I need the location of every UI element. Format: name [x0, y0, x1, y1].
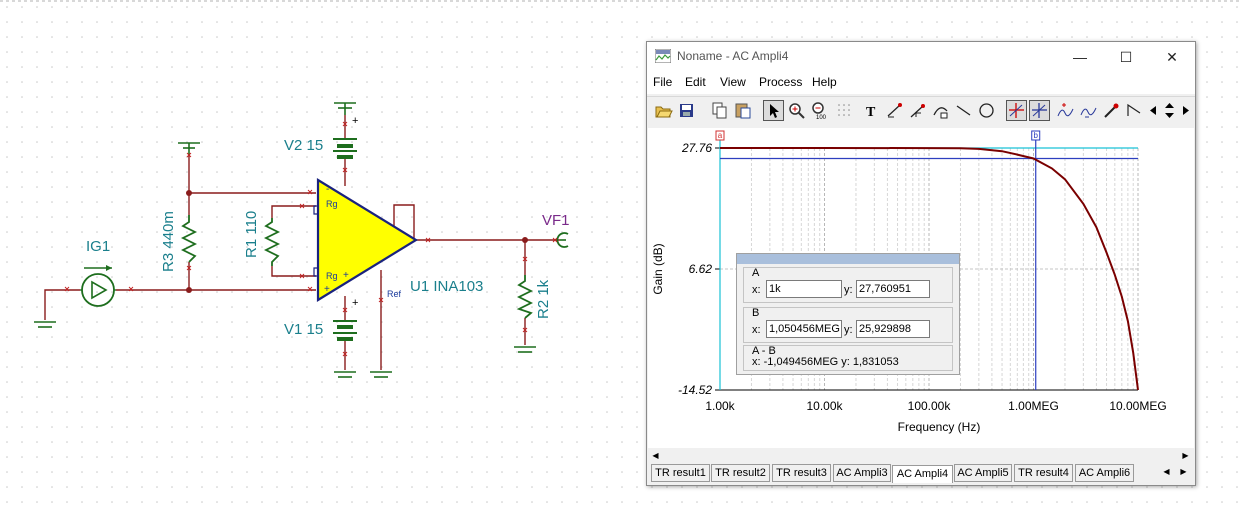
- menu-file[interactable]: File: [653, 75, 672, 89]
- circle-icon[interactable]: [976, 100, 997, 121]
- menu-view[interactable]: View: [720, 75, 746, 89]
- tab-tr-result2[interactable]: TR result2: [711, 464, 770, 482]
- line-tool-icon[interactable]: [884, 100, 905, 121]
- v2-plus-sign: +: [352, 115, 359, 127]
- cursor-b-x-label: x:: [752, 324, 761, 336]
- pin-rg-bottom: Rg: [326, 271, 338, 281]
- save-icon[interactable]: [676, 100, 697, 121]
- menu-edit[interactable]: Edit: [685, 75, 706, 89]
- cursor-readout-panel[interactable]: A x: 1k y: 27,760951 B x: 1,050456MEG y:…: [736, 253, 960, 375]
- x-tick-label: 10.00MEG: [1109, 399, 1166, 413]
- vf1-label: VF1: [542, 212, 570, 229]
- next-icon[interactable]: [1179, 100, 1192, 121]
- text-icon[interactable]: T: [861, 100, 882, 121]
- v2-label: V2 15: [284, 137, 324, 154]
- slope-tool-icon[interactable]: [907, 100, 928, 121]
- pin-rg-top: Rg: [326, 199, 338, 209]
- cursor-a-x-label: x:: [752, 284, 761, 296]
- svg-text:T: T: [866, 105, 876, 120]
- menu-help[interactable]: Help: [812, 75, 837, 89]
- x-tick-label: 100.00k: [908, 399, 952, 413]
- tab-scroll-right-icon[interactable]: ▶: [1177, 466, 1190, 478]
- line-icon[interactable]: [953, 100, 974, 121]
- curve-tool-icon[interactable]: [930, 100, 951, 121]
- pin-ref: Ref: [387, 289, 402, 299]
- r3-label: R3 440m: [160, 211, 177, 272]
- pin-minus: -: [326, 184, 330, 195]
- cursor-b-x-field[interactable]: 1,050456MEG: [766, 320, 842, 338]
- cursor-b-flag-label: b: [1034, 131, 1039, 140]
- y-tick-label: -14.52: [678, 383, 712, 397]
- tab-tr-result1[interactable]: TR result1: [651, 464, 710, 482]
- tab-ac-ampli4[interactable]: AC Ampli4: [892, 465, 953, 483]
- marker-icon[interactable]: [1101, 100, 1122, 121]
- v1-plus-sign: +: [352, 297, 359, 309]
- window-title: Noname - AC Ampli4: [677, 49, 789, 63]
- menu-process[interactable]: Process: [759, 75, 802, 89]
- menu-bar: File Edit View Process Help: [647, 72, 1195, 94]
- prev-icon[interactable]: [1146, 100, 1160, 121]
- tab-ac-ampli5[interactable]: AC Ampli5: [954, 464, 1012, 482]
- r2-label: R2 1k: [535, 279, 552, 319]
- paste-icon[interactable]: [732, 100, 753, 121]
- open-icon[interactable]: [653, 100, 674, 121]
- ramp-icon[interactable]: [1124, 100, 1145, 121]
- tab-tr-result3[interactable]: TR result3: [772, 464, 831, 482]
- zoom-100-icon[interactable]: 100: [809, 100, 830, 121]
- horizontal-scrollbar[interactable]: ◀ ▶: [648, 449, 1194, 463]
- cursor-a-x-field[interactable]: 1k: [766, 280, 842, 298]
- y-axis-label: Gain (dB): [651, 243, 665, 294]
- x-tick-label: 1.00MEG: [1008, 399, 1059, 413]
- pin-plus: +: [324, 284, 330, 295]
- r1-label: R1 110: [243, 210, 260, 258]
- x-tick-label: 1.00k: [705, 399, 735, 413]
- y-tick-label: 27.76: [681, 141, 712, 155]
- x-tick-label: 10.00k: [806, 399, 843, 413]
- peak-icon[interactable]: [1055, 100, 1076, 121]
- result-tabs: TR result1 TR result2 TR result3 AC Ampl…: [648, 463, 1194, 483]
- cursor-a-flag-label: a: [718, 131, 723, 140]
- app-icon: [655, 49, 671, 63]
- scroll-left-icon[interactable]: ◀: [649, 450, 662, 462]
- ig1-label: IG1: [86, 238, 111, 255]
- updown-icon[interactable]: [1161, 100, 1178, 121]
- tab-tr-result4[interactable]: TR result4: [1014, 464, 1073, 482]
- v1-label: V1 15: [284, 321, 324, 338]
- cursor-diff-group: A - B x: -1,049456MEG y: 1,831053: [743, 345, 953, 371]
- cursor-diff-values: x: -1,049456MEG y: 1,831053: [752, 356, 899, 368]
- cursor-b-y-label: y:: [844, 324, 853, 336]
- tab-ac-ampli6[interactable]: AC Ampli6: [1075, 464, 1134, 482]
- tab-scroll-left-icon[interactable]: ◀: [1160, 466, 1173, 478]
- minimize-button[interactable]: —: [1057, 42, 1103, 72]
- u1-label: U1 INA103: [410, 278, 484, 295]
- cursor-panel-header[interactable]: [737, 254, 959, 264]
- y-tick-label: 6.62: [689, 262, 713, 276]
- cursor-b-icon[interactable]: [1029, 100, 1050, 121]
- cursor-a-icon[interactable]: [1006, 100, 1027, 121]
- cursor-a-title: A: [752, 267, 760, 279]
- scroll-right-icon[interactable]: ▶: [1179, 450, 1192, 462]
- copy-icon[interactable]: [709, 100, 730, 121]
- tab-ac-ampli3[interactable]: AC Ampli3: [833, 464, 891, 482]
- svg-text:100: 100: [816, 115, 827, 120]
- title-bar[interactable]: Noname - AC Ampli4 — ☐ ✕: [647, 42, 1195, 72]
- grid-icon[interactable]: [834, 100, 855, 121]
- toolbar: 100 T: [647, 96, 1195, 127]
- cursor-b-title: B: [752, 307, 760, 319]
- x-axis-label: Frequency (Hz): [898, 420, 981, 434]
- close-button[interactable]: ✕: [1149, 42, 1195, 72]
- valley-icon[interactable]: [1078, 100, 1099, 121]
- cursor-b-y-field[interactable]: 25,929898: [856, 320, 930, 338]
- zoom-in-icon[interactable]: [786, 100, 807, 121]
- cursor-b-group: B x: 1,050456MEG y: 25,929898: [743, 307, 953, 343]
- maximize-button[interactable]: ☐: [1103, 42, 1149, 72]
- cursor-a-y-field[interactable]: 27,760951: [856, 280, 930, 298]
- cursor-a-y-label: y:: [844, 284, 853, 296]
- cursor-a-group: A x: 1k y: 27,760951: [743, 267, 953, 303]
- pointer-icon[interactable]: [763, 100, 784, 121]
- pin-plus-2: +: [343, 270, 349, 281]
